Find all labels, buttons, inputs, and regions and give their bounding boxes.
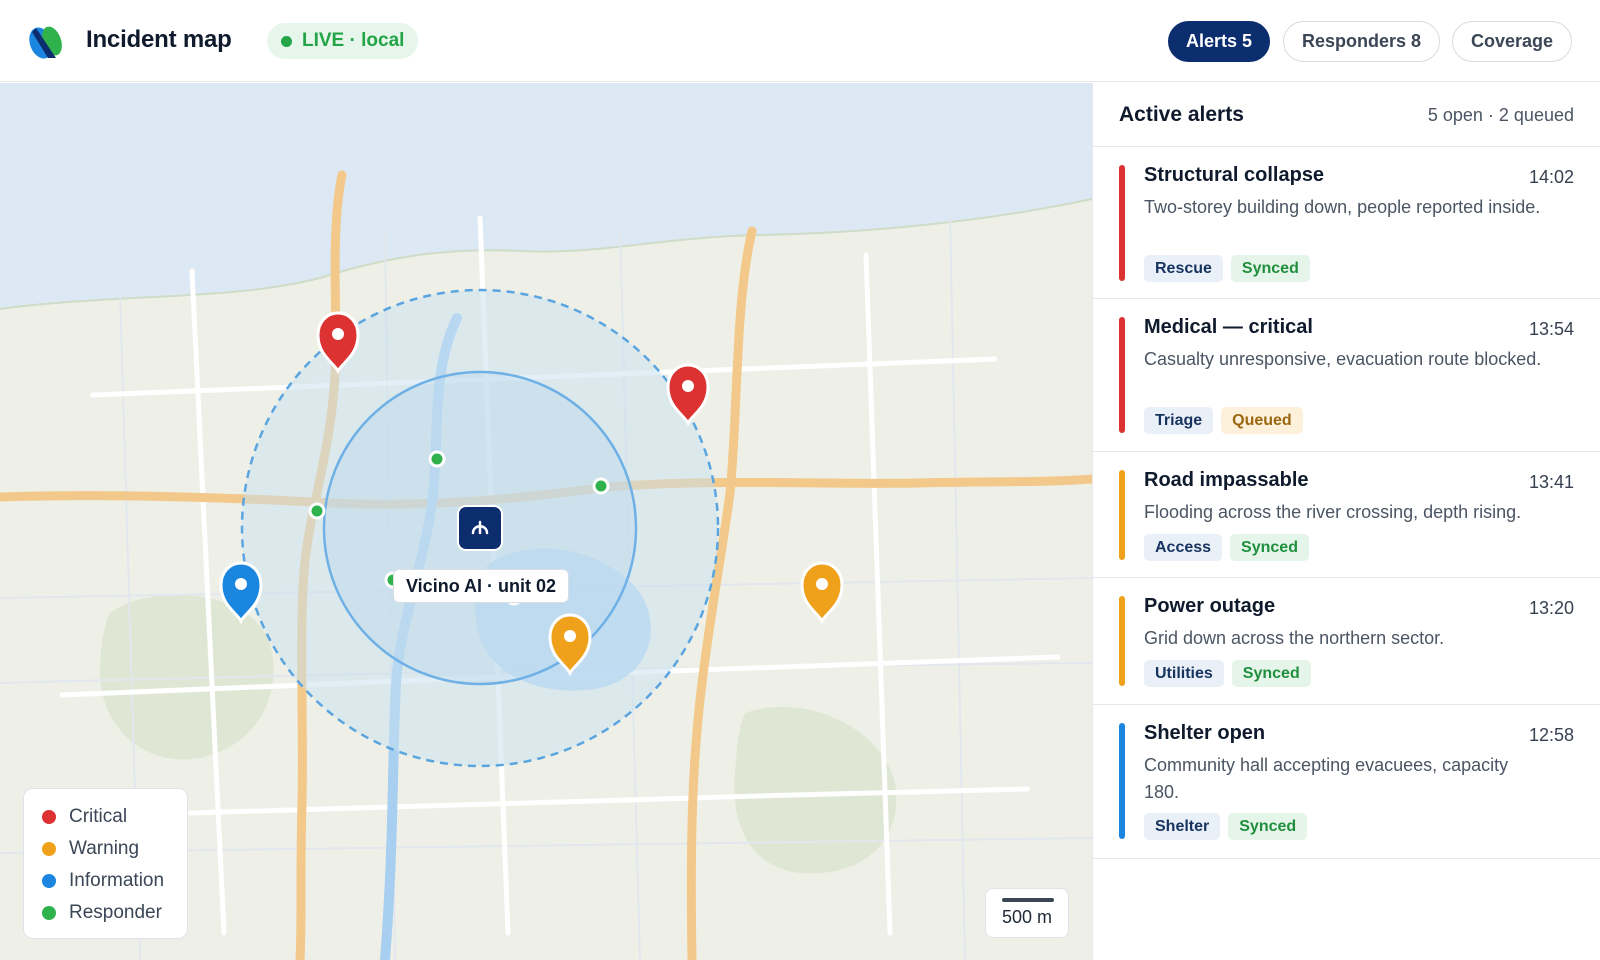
legend-label: Warning (69, 838, 140, 859)
alerts-panel-header: Active alerts 5 open · 2 queued (1093, 83, 1600, 147)
alert-title: Structural collapse (1144, 164, 1325, 186)
scale-label: 500 m (1001, 907, 1053, 927)
map-legend: Critical Warning Information Responder (23, 788, 188, 939)
information-dot-icon (42, 874, 56, 888)
alert-description: Grid down across the northern sector. (1144, 628, 1445, 648)
legend-item-warning: Warning (42, 833, 187, 865)
alert-description: Casualty unresponsive, evacuation route … (1144, 349, 1542, 369)
warning-dot-icon (42, 842, 56, 856)
alert-card[interactable]: Structural collapse 14:02 Two-storey bui… (1093, 147, 1600, 299)
alert-pin-warning[interactable] (800, 561, 844, 625)
alert-description: Community hall accepting evacuees, capac… (1144, 755, 1509, 802)
alert-title: Medical — critical (1144, 316, 1313, 338)
alert-title: Shelter open (1144, 722, 1266, 744)
legend-item-information: Information (42, 865, 187, 897)
app-logo-icon (29, 26, 62, 59)
unit-label: Vicino AI · unit 02 (393, 569, 570, 603)
alerts-panel-title: Active alerts (1119, 103, 1244, 126)
severity-bar (1119, 723, 1125, 839)
live-dot-icon (281, 35, 292, 47)
severity-bar (1119, 317, 1125, 433)
scale-bar (1002, 898, 1054, 902)
legend-label: Critical (69, 806, 128, 827)
alert-card[interactable]: Power outage 13:20 Grid down across the … (1093, 578, 1600, 705)
alert-card[interactable]: Shelter open 12:58 Community hall accept… (1093, 705, 1600, 859)
alerts-summary: 5 open · 2 queued (1427, 105, 1574, 125)
status-badge: Synced (1231, 660, 1311, 687)
alert-tags: Shelter Synced (1144, 813, 1308, 840)
category-tag: Utilities (1144, 660, 1224, 687)
alert-tags: Rescue Synced (1144, 255, 1310, 282)
legend-item-responder: Responder (42, 897, 187, 929)
severity-bar (1119, 165, 1125, 281)
alert-time: 12:58 (1528, 725, 1574, 745)
critical-dot-icon (42, 810, 56, 824)
responder-dot[interactable] (428, 450, 446, 468)
alerts-panel: Active alerts 5 open · 2 queued Structur… (1092, 83, 1600, 960)
tab-alerts[interactable]: Alerts 5 (1168, 21, 1270, 62)
status-badge: Synced (1230, 255, 1310, 282)
unit-marker[interactable] (457, 505, 503, 551)
severity-bar (1119, 470, 1125, 560)
tab-responders[interactable]: Responders 8 (1283, 21, 1440, 62)
alert-card[interactable]: Road impassable 13:41 Flooding across th… (1093, 452, 1600, 578)
alert-tags: Utilities Synced (1144, 660, 1311, 687)
live-status-badge: LIVE · local (267, 23, 419, 59)
tab-coverage[interactable]: Coverage (1452, 21, 1572, 62)
status-badge: Synced (1230, 534, 1309, 561)
category-tag: Triage (1144, 407, 1214, 434)
legend-item-critical: Critical (42, 801, 187, 833)
alert-title: Power outage (1144, 595, 1276, 617)
severity-bar (1119, 596, 1125, 686)
page-title: Incident map (86, 26, 232, 53)
map-scale: 500 m (985, 888, 1069, 938)
alert-tags: Access Synced (1144, 534, 1309, 561)
incident-map[interactable]: Vicino AI · unit 02 Critical Warning Inf… (0, 83, 1092, 960)
category-tag: Rescue (1144, 255, 1223, 282)
alert-time: 13:54 (1528, 319, 1574, 339)
park-east (734, 706, 897, 874)
live-status-label: LIVE · local (302, 30, 405, 51)
sea-area (0, 83, 1092, 309)
responder-dot-icon (42, 906, 56, 920)
alert-time: 14:02 (1528, 167, 1574, 187)
responder-dot[interactable] (308, 502, 326, 520)
alert-time: 13:41 (1528, 472, 1574, 492)
responder-dot[interactable] (592, 477, 610, 495)
alert-time: 13:20 (1528, 598, 1574, 618)
alert-tags: Triage Queued (1144, 407, 1303, 434)
top-bar: Incident map LIVE · local Alerts 5 Respo… (0, 0, 1600, 82)
alert-description: Two-storey building down, people reporte… (1144, 197, 1541, 217)
category-tag: Access (1144, 534, 1223, 561)
alert-card[interactable]: Medical — critical 13:54 Casualty unresp… (1093, 299, 1600, 452)
category-tag: Shelter (1144, 813, 1221, 840)
legend-label: Responder (69, 902, 162, 923)
alert-title: Road impassable (1144, 469, 1309, 491)
status-badge: Queued (1221, 407, 1303, 434)
status-badge: Synced (1228, 813, 1308, 840)
legend-label: Information (69, 870, 165, 891)
alert-description: Flooding across the river crossing, dept… (1144, 502, 1522, 522)
